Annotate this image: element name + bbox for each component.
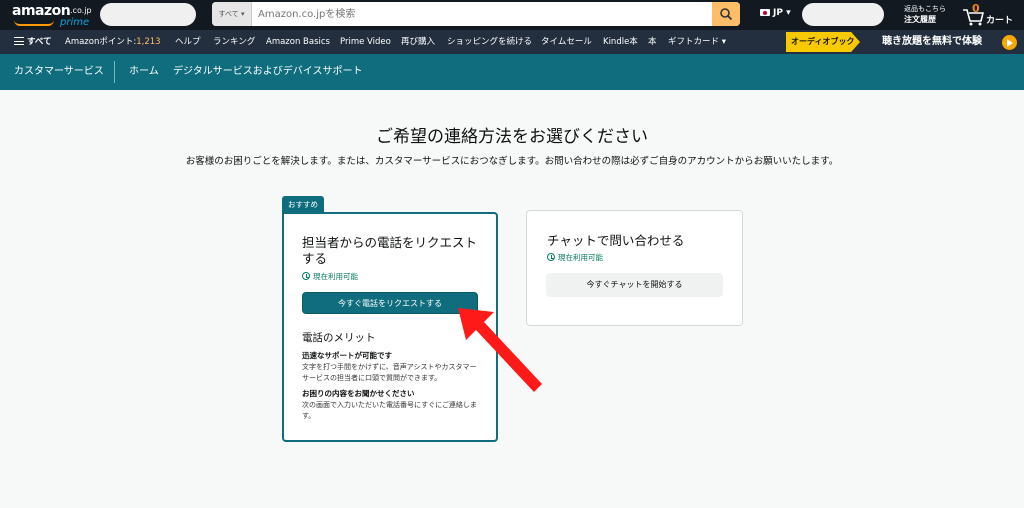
language-selector[interactable]: JP ▾ (760, 8, 791, 18)
nav-item-amazon-basics[interactable]: Amazon Basics (266, 30, 330, 54)
nav-points[interactable]: Amazonポイント:1,213 (65, 30, 161, 54)
clock-icon (302, 272, 310, 280)
nav-item-help[interactable]: ヘルプ (175, 30, 201, 54)
customer-service-header: カスタマーサービス ホーム デジタルサービスおよびデバイスサポート (0, 54, 1024, 90)
nav-item-ranking[interactable]: ランキング (213, 30, 255, 54)
cart-button[interactable]: 0 カート (962, 2, 1018, 28)
cart-count: 0 (972, 2, 980, 15)
nav-all-label: すべて (27, 37, 52, 47)
search-input[interactable] (256, 2, 696, 26)
hamburger-icon (14, 37, 24, 45)
points-value: 1,213 (136, 37, 161, 47)
points-label: Amazonポイント: (65, 37, 137, 47)
recommended-badge: おすすめ (282, 196, 324, 213)
nav-item-prime-video[interactable]: Prime Video (340, 30, 391, 54)
chat-contact-card: チャットで問い合わせる 現在利用可能 今すぐチャットを開始する (526, 210, 743, 326)
cs-title[interactable]: カスタマーサービス (14, 54, 104, 90)
page-title: ご希望の連絡方法をお選びください (376, 127, 648, 147)
audiobook-promo-badge[interactable]: オーディオブック (786, 32, 860, 52)
merit-2-title: お困りの内容をお聞かせください (302, 389, 415, 398)
amazon-logo[interactable]: amazon .co.jp prime (12, 3, 96, 29)
chat-availability-text: 現在利用可能 (558, 253, 603, 262)
clock-icon (547, 253, 555, 261)
delivery-address-redacted[interactable] (100, 3, 196, 26)
phone-card-title: 担当者からの電話をリクエストする (302, 235, 478, 266)
nav-all-menu[interactable]: すべて (14, 30, 52, 54)
search-icon (720, 8, 733, 21)
start-chat-button[interactable]: 今すぐチャットを開始する (546, 273, 723, 297)
search-button[interactable] (712, 2, 740, 26)
phone-availability: 現在利用可能 (302, 271, 358, 282)
secondary-navigation: すべて Amazonポイント:1,213 ヘルプ ランキング Amazon Ba… (0, 30, 1024, 54)
logo-tld: .co.jp (70, 6, 92, 15)
account-menu-redacted[interactable] (802, 3, 884, 26)
chat-card-title: チャットで問い合わせる (547, 233, 685, 248)
nav-item-kindle[interactable]: Kindle本 (603, 30, 638, 54)
nav-item-keep-shopping[interactable]: ショッピングを続ける (447, 30, 532, 54)
cs-divider (114, 61, 115, 83)
orders-line2: 注文履歴 (904, 15, 936, 24)
top-navigation: amazon .co.jp prime すべて ▾ JP ▾ 返品もこちら 注文… (0, 0, 1024, 30)
logo-smile-icon (14, 20, 54, 26)
nav-item-time-sale[interactable]: タイムセール (541, 30, 592, 54)
orders-line1: 返品もこちら (904, 5, 946, 13)
audiobook-promo-text[interactable]: 聴き放題を無料で体験 (882, 30, 982, 54)
search-bar: すべて ▾ (212, 2, 740, 26)
chat-availability: 現在利用可能 (547, 252, 603, 263)
japan-flag-icon (760, 9, 770, 16)
page-subtitle: お客様のお困りごとを解決します。または、カスタマーサービスにおつなぎします。お問… (185, 156, 839, 167)
nav-item-books[interactable]: 本 (648, 30, 657, 54)
nav-item-buy-again[interactable]: 再び購入 (401, 30, 435, 54)
logo-prime: prime (60, 17, 90, 28)
red-arrow-annotation (458, 308, 542, 392)
merit-1-title: 迅速なサポートが可能です (302, 351, 392, 360)
merit-2-text: 次の画面で入力いただいた電話番号にすぐにご連絡します。 (302, 401, 477, 420)
play-icon[interactable] (1002, 35, 1017, 50)
cs-home-link[interactable]: ホーム (129, 54, 159, 90)
orders-link[interactable]: 返品もこちら 注文履歴 (904, 4, 946, 25)
phone-availability-text: 現在利用可能 (313, 272, 358, 281)
nav-item-gift-card[interactable]: ギフトカード ▾ (668, 30, 726, 54)
cs-digital-support-link[interactable]: デジタルサービスおよびデバイスサポート (173, 54, 363, 90)
phone-merits-heading: 電話のメリット (302, 332, 376, 344)
language-code: JP (773, 8, 783, 18)
cart-label: カート (986, 16, 1014, 26)
search-category-select[interactable]: すべて ▾ (212, 2, 252, 26)
